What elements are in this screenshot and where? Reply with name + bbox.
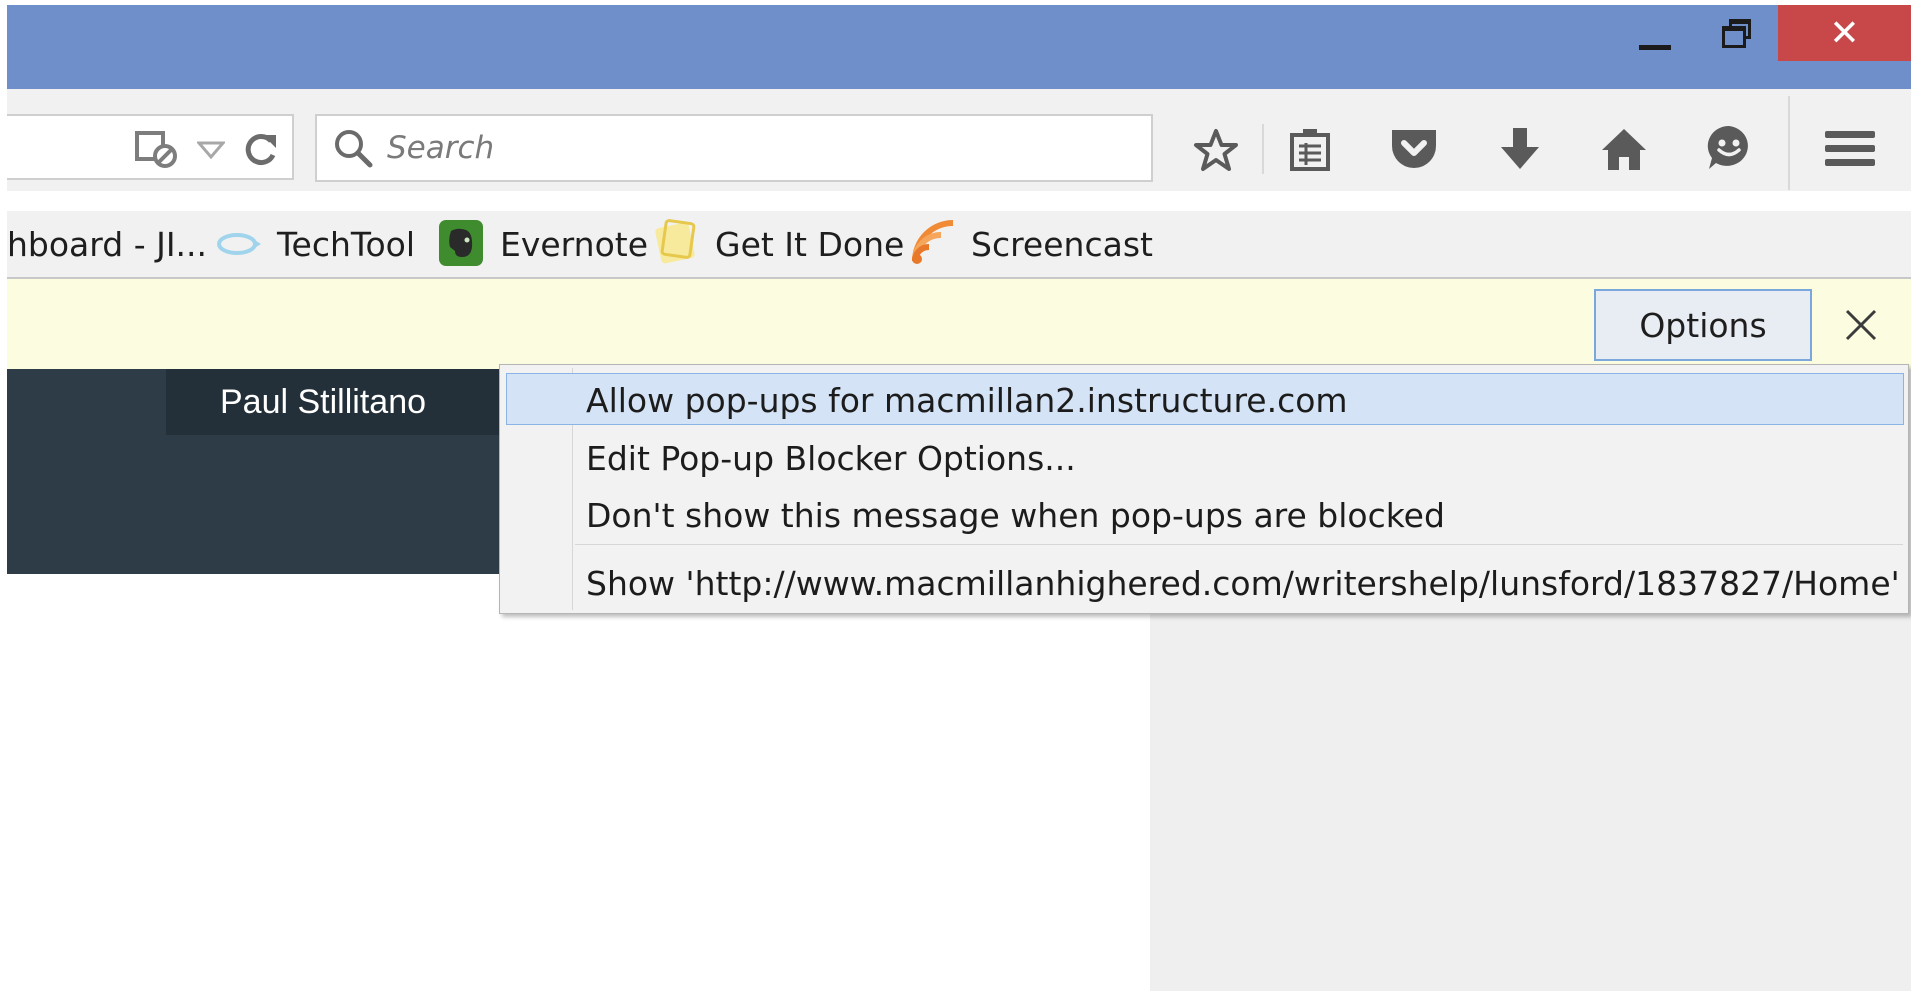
toolbar-separator <box>1788 96 1790 190</box>
techtool-icon <box>214 224 264 264</box>
bookmark-get-it-done[interactable]: Get It Done <box>715 222 904 268</box>
home-icon[interactable] <box>1598 124 1650 174</box>
search-icon <box>331 126 375 170</box>
pocket-icon[interactable] <box>1388 124 1440 174</box>
toolbar-separator <box>1262 124 1264 174</box>
minimize-button[interactable] <box>1614 5 1696 61</box>
evernote-icon <box>437 218 485 268</box>
dropdown-arrow-icon[interactable] <box>196 138 226 162</box>
restore-icon <box>1722 19 1752 48</box>
menu-item-dont-show-message[interactable]: Don't show this message when pop-ups are… <box>586 493 1445 539</box>
menu-icon[interactable] <box>1824 126 1876 172</box>
restore-button[interactable] <box>1696 5 1778 61</box>
notification-close-button[interactable] <box>1836 300 1886 350</box>
close-icon: ✕ <box>1829 12 1860 54</box>
bookmark-screencast[interactable]: Screencast <box>971 222 1153 268</box>
title-bar: ✕ <box>7 5 1911 89</box>
search-placeholder: Search <box>387 130 495 166</box>
minimize-icon <box>1639 44 1671 50</box>
bookmark-star-icon[interactable] <box>1191 126 1241 176</box>
menu-separator <box>575 544 1903 545</box>
bookmark-evernote[interactable]: Evernote <box>500 222 648 268</box>
reader-view-icon[interactable] <box>133 128 179 170</box>
window-close-button[interactable]: ✕ <box>1778 5 1911 61</box>
download-icon[interactable] <box>1497 124 1543 174</box>
screencast-icon <box>908 216 958 268</box>
menu-item-edit-blocker-options[interactable]: Edit Pop-up Blocker Options... <box>586 436 1076 482</box>
reading-list-icon[interactable] <box>1286 124 1334 176</box>
hello-icon[interactable] <box>1703 122 1755 174</box>
user-name[interactable]: Paul Stillitano <box>220 380 426 424</box>
getitdone-icon <box>649 216 701 268</box>
bookmark-techtool[interactable]: TechTool <box>277 222 415 268</box>
options-button[interactable]: Options <box>1594 289 1812 361</box>
reload-icon[interactable] <box>240 128 280 170</box>
close-icon <box>1845 309 1877 341</box>
bookmark-dashboard[interactable]: hboard - JI... <box>7 222 207 268</box>
menu-item-show-popup-url[interactable]: Show 'http://www.macmillanhighered.com/w… <box>586 561 1900 607</box>
options-label: Options <box>1639 305 1767 345</box>
menu-item-allow-popups[interactable]: Allow pop-ups for macmillan2.instructure… <box>586 378 1348 424</box>
